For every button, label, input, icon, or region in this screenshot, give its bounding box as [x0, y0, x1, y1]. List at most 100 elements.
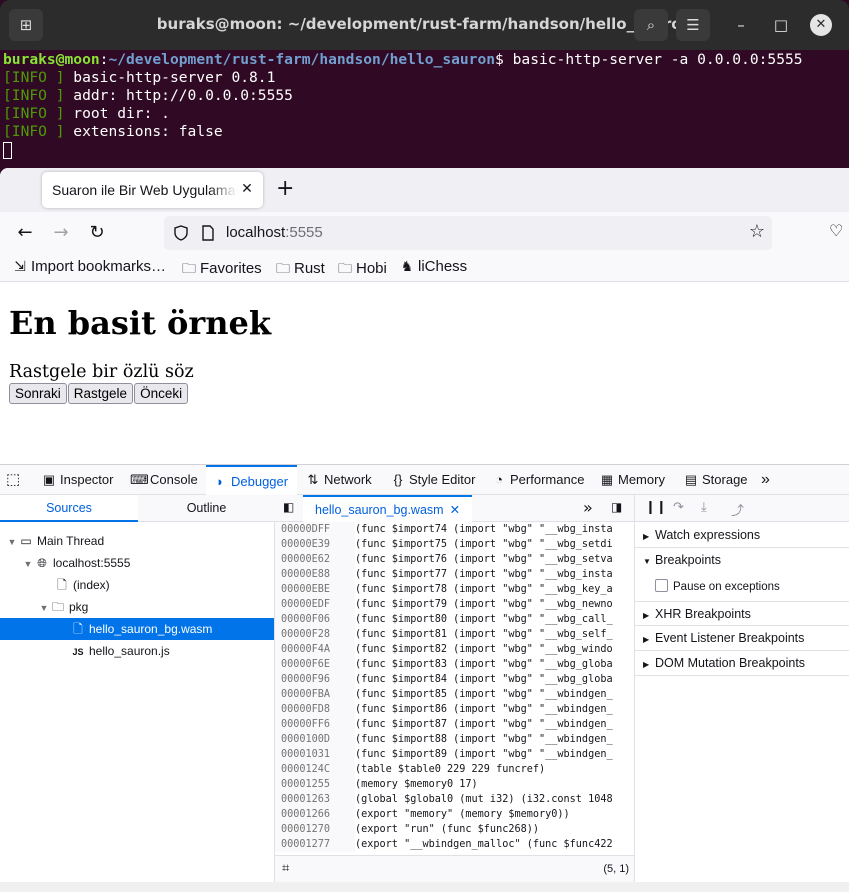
line-offset[interactable]: 00000F6E [275, 657, 355, 672]
line-offset[interactable]: 00001031 [275, 747, 355, 762]
close-icon[interactable]: ✕ [810, 14, 832, 36]
step-in-icon[interactable]: ⤓ [701, 500, 707, 515]
tree-index[interactable]: 🗋 (index) [0, 574, 274, 596]
watch-expressions-header[interactable]: ▶ Watch expressions [635, 523, 849, 548]
code-line[interactable]: 00000EBE (func $import78 (import "wbg" "_… [275, 582, 634, 597]
minimize-icon[interactable]: – [729, 13, 753, 37]
code-line[interactable]: 0000124C (table $table0 229 229 funcref) [275, 762, 634, 777]
line-offset[interactable]: 00001277 [275, 837, 355, 852]
line-offset[interactable]: 00000F96 [275, 672, 355, 687]
line-offset[interactable]: 00000EDF [275, 597, 355, 612]
code-line[interactable]: 00000E39 (func $import75 (import "wbg" "_… [275, 537, 634, 552]
new-tab-button[interactable]: + [276, 178, 294, 200]
code-line[interactable]: 00000F28 (func $import81 (import "wbg" "_… [275, 627, 634, 642]
code-line[interactable]: 00000FD8 (func $import86 (import "wbg" "_… [275, 702, 634, 717]
tab-close-icon[interactable]: ✕ [237, 179, 257, 199]
step-over-icon[interactable]: ↷ [673, 500, 684, 515]
code-line[interactable]: 00001270 (export "run" (func $func268)) [275, 822, 634, 837]
code-line[interactable]: 00000E88 (func $import77 (import "wbg" "_… [275, 567, 634, 582]
bookmark-import[interactable]: ⇲ Import bookmarks… [12, 258, 166, 275]
line-offset[interactable]: 00000DFF [275, 522, 355, 537]
bookmark-hobi[interactable]: 🗀 Hobi [337, 258, 387, 282]
terminal-window[interactable]: ⊞ buraks@moon: ~/development/rust-farm/h… [0, 0, 849, 180]
line-offset[interactable]: 00000FF6 [275, 717, 355, 732]
code-line[interactable]: 00001266 (export "memory" (memory $memory… [275, 807, 634, 822]
bookmark-lichess[interactable]: ♞ liChess [399, 258, 467, 275]
line-offset[interactable]: 00000EBE [275, 582, 355, 597]
terminal-output[interactable]: buraks@moon:~/development/rust-farm/hand… [3, 51, 803, 159]
tab-network[interactable]: ⇅ Network [304, 465, 372, 495]
breakpoints-header[interactable]: ▼ Breakpoints [635, 548, 849, 573]
shield-icon[interactable] [173, 225, 189, 241]
pause-on-exceptions-checkbox[interactable] [655, 579, 668, 592]
previous-button[interactable]: Önceki [134, 383, 189, 404]
line-offset[interactable]: 00001270 [275, 822, 355, 837]
line-offset[interactable]: 00000E39 [275, 537, 355, 552]
code-line[interactable]: 00000FF6 (func $import87 (import "wbg" "_… [275, 717, 634, 732]
dom-mutation-breakpoints-header[interactable]: ▶ DOM Mutation Breakpoints [635, 651, 849, 676]
forward-icon[interactable]: → [49, 221, 73, 245]
line-offset[interactable]: 00000FD8 [275, 702, 355, 717]
close-tab-icon[interactable]: ✕ [450, 503, 460, 517]
code-line[interactable]: 0000100D (func $import88 (import "wbg" "_… [275, 732, 634, 747]
code-line[interactable]: 00001255 (memory $memory0 17) [275, 777, 634, 792]
line-offset[interactable]: 00000E88 [275, 567, 355, 582]
tab-inspector[interactable]: ▣ Inspector [40, 465, 114, 495]
line-offset[interactable]: 00000E62 [275, 552, 355, 567]
hamburger-menu-icon[interactable]: ☰ [676, 9, 710, 41]
tab-sources[interactable]: Sources [0, 495, 138, 522]
code-line[interactable]: 00000EDF (func $import79 (import "wbg" "_… [275, 597, 634, 612]
line-offset[interactable]: 00001263 [275, 792, 355, 807]
url-bar[interactable]: localhost:5555 ☆ [164, 216, 772, 250]
code-line[interactable]: 00000F4A (func $import82 (import "wbg" "_… [275, 642, 634, 657]
code-line[interactable]: 00000F96 (func $import84 (import "wbg" "_… [275, 672, 634, 687]
code-line[interactable]: 00001031 (func $import89 (import "wbg" "_… [275, 747, 634, 762]
pretty-print-icon[interactable]: ⌗ [282, 861, 289, 876]
source-tab[interactable]: hello_sauron_bg.wasm ✕ [303, 495, 473, 522]
tab-active[interactable]: Suaron ile Bir Web Uygulaması ✕ [42, 172, 263, 208]
tab-storage[interactable]: ▤ Storage [682, 465, 748, 495]
code-line[interactable]: 00000F06 (func $import80 (import "wbg" "_… [275, 612, 634, 627]
code-line[interactable]: 00000F6E (func $import83 (import "wbg" "_… [275, 657, 634, 672]
element-picker-icon[interactable]: ⬚ [6, 465, 20, 495]
more-tabs-icon[interactable]: » [761, 465, 770, 495]
random-button[interactable]: Rastgele [67, 383, 134, 404]
pause-icon[interactable]: ❙❙ [645, 500, 667, 515]
line-offset[interactable]: 0000124C [275, 762, 355, 777]
tab-console[interactable]: ⌨Console [130, 465, 198, 495]
code-line[interactable]: 00000FBA (func $import85 (import "wbg" "_… [275, 687, 634, 702]
toggle-sources-icon[interactable]: ◧ [283, 500, 294, 514]
tab-memory[interactable]: ▦ Memory [598, 465, 665, 495]
code-line[interactable]: 00001263 (global $global0 (mut i32) (i32.… [275, 792, 634, 807]
code-view[interactable]: 00000DFF (func $import74 (import "wbg" "_… [275, 522, 634, 855]
pause-on-exceptions[interactable]: Pause on exceptions [655, 579, 780, 593]
tree-wasm-file[interactable]: 🗋 hello_sauron_bg.wasm [0, 618, 274, 640]
code-line[interactable]: 00000E62 (func $import76 (import "wbg" "_… [275, 552, 634, 567]
page-icon[interactable] [201, 225, 215, 241]
tree-localhost[interactable]: ▼ 🌐︎ localhost:5555 [0, 552, 274, 574]
line-offset[interactable]: 00001266 [275, 807, 355, 822]
tab-debugger[interactable]: ◗ Debugger [206, 465, 297, 495]
pocket-icon[interactable]: ♡ [829, 221, 843, 240]
tab-outline[interactable]: Outline [138, 495, 275, 522]
tree-main-thread[interactable]: ▼ ▭ Main Thread [0, 530, 274, 552]
code-line[interactable]: 00001277 (export "__wbindgen_malloc" (fun… [275, 837, 634, 852]
tab-style-editor[interactable]: {} Style Editor [389, 465, 476, 495]
bookmark-favorites[interactable]: 🗀 Favorites [181, 258, 262, 282]
tab-performance[interactable]: ◔ Performance [490, 465, 584, 495]
xhr-breakpoints-header[interactable]: ▶ XHR Breakpoints [635, 601, 849, 626]
maximize-icon[interactable]: □ [769, 13, 793, 37]
bookmark-star-icon[interactable]: ☆ [749, 221, 765, 242]
line-offset[interactable]: 0000100D [275, 732, 355, 747]
bookmark-rust[interactable]: 🗀 Rust [275, 258, 325, 282]
more-tabs-icon[interactable]: » [583, 498, 593, 517]
search-icon[interactable]: ⌕ [634, 9, 668, 41]
code-line[interactable]: 00000DFF (func $import74 (import "wbg" "_… [275, 522, 634, 537]
line-offset[interactable]: 00000F06 [275, 612, 355, 627]
event-listener-breakpoints-header[interactable]: ▶ Event Listener Breakpoints [635, 626, 849, 651]
next-button[interactable]: Sonraki [9, 383, 67, 404]
step-out-icon[interactable]: ⤴ [731, 500, 744, 519]
line-offset[interactable]: 00000F4A [275, 642, 355, 657]
line-offset[interactable]: 00000FBA [275, 687, 355, 702]
line-offset[interactable]: 00000F28 [275, 627, 355, 642]
